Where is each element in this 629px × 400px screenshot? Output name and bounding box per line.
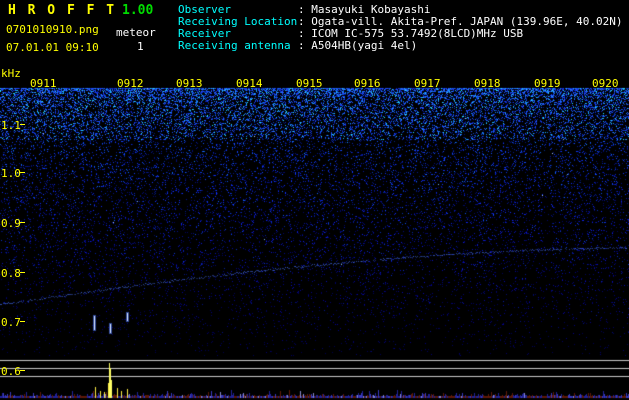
info-row-antenna: Receiving antenna : A504HB(yagi 4el) [178, 40, 623, 52]
freq-tick-mark [20, 222, 25, 223]
hrofft-screen: H R O F F T 1.00 0701010910.png meteor 1… [0, 0, 629, 400]
khz-axis-label: kHz [1, 67, 21, 80]
info-label: Receiving antenna [178, 39, 291, 52]
time-tick-label-0913: 0913 [176, 77, 203, 90]
app-title: H R O F F T [8, 3, 117, 18]
freq-tick-label-1p0: 1.0 [1, 167, 21, 180]
time-tick-label-0918: 0918 [474, 77, 501, 90]
observation-datetime: 07.01.01 09:10 [6, 41, 99, 54]
info-value: : A504HB(yagi 4el) [298, 39, 418, 52]
time-tick-label-0914: 0914 [236, 77, 263, 90]
mode-label: meteor [116, 26, 156, 39]
freq-tick-mark [20, 272, 25, 273]
station-info: Observer: Masayuki Kobayashi Receiving L… [178, 4, 623, 52]
freq-tick-mark [20, 172, 25, 173]
freq-tick-mark [20, 370, 25, 371]
time-tick-label-0915: 0915 [296, 77, 323, 90]
time-tick-label-0920: 0920 [592, 77, 619, 90]
time-tick-label-0912: 0912 [117, 77, 144, 90]
meteor-count: 1 [137, 40, 144, 53]
spectrogram-canvas [0, 0, 629, 400]
freq-tick-label-0p8: 0.8 [1, 267, 21, 280]
freq-tick-label-1p1: 1.1 [1, 119, 21, 132]
time-tick-label-0917: 0917 [414, 77, 441, 90]
freq-tick-label-0p9: 0.9 [1, 217, 21, 230]
freq-tick-mark [20, 124, 25, 125]
freq-tick-mark [20, 321, 25, 322]
freq-tick-label-0p6: 0.6 [1, 365, 21, 378]
time-tick-label-0919: 0919 [534, 77, 561, 90]
output-filename: 0701010910.png [6, 23, 99, 36]
app-version: 1.00 [122, 3, 154, 18]
time-tick-label-0911: 0911 [30, 77, 57, 90]
freq-tick-label-0p7: 0.7 [1, 316, 21, 329]
time-tick-label-0916: 0916 [354, 77, 381, 90]
